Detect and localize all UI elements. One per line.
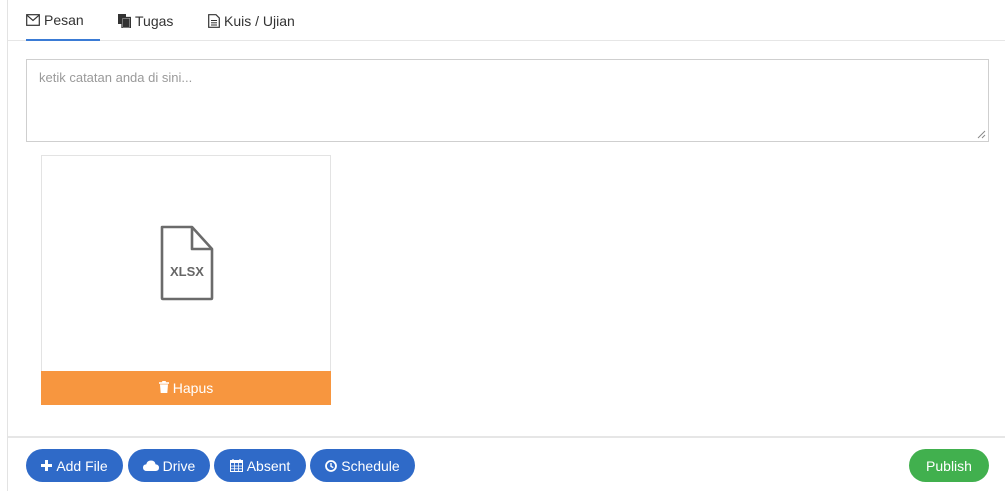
schedule-label: Schedule — [341, 457, 400, 474]
envelope-icon — [26, 13, 40, 26]
tab-kuis-ujian[interactable]: Kuis / Ujian — [208, 0, 295, 41]
file-type-label: XLSX — [170, 264, 204, 279]
toolbar-divider — [8, 436, 1005, 438]
schedule-button[interactable]: Schedule — [310, 449, 415, 482]
resize-handle-icon[interactable] — [976, 129, 986, 139]
composer-tabs: Pesan Tugas Kuis / Ujian — [8, 0, 1005, 41]
add-file-button[interactable]: Add File — [26, 449, 123, 482]
cloud-icon — [142, 460, 159, 471]
drive-button[interactable]: Drive — [128, 449, 210, 482]
note-input[interactable] — [26, 59, 989, 142]
tab-label: Tugas — [135, 12, 174, 29]
tab-tugas[interactable]: Tugas — [118, 0, 173, 41]
attachment-card: XLSX Hapus — [41, 155, 331, 405]
post-composer: Pesan Tugas Kuis / Ujian XLSX — [0, 0, 1005, 491]
delete-label: Hapus — [172, 380, 214, 396]
clock-icon — [325, 459, 338, 472]
trash-icon — [158, 380, 169, 396]
left-divider — [7, 0, 8, 491]
drive-label: Drive — [162, 457, 196, 474]
calendar-icon — [229, 459, 243, 472]
add-file-label: Add File — [56, 457, 108, 474]
absent-button[interactable]: Absent — [214, 449, 306, 482]
delete-attachment-button[interactable]: Hapus — [41, 371, 331, 405]
publish-label: Publish — [926, 457, 972, 474]
tab-label: Kuis / Ujian — [224, 12, 295, 29]
tab-label: Pesan — [44, 11, 84, 28]
copy-icon — [118, 13, 131, 28]
publish-button[interactable]: Publish — [909, 449, 989, 482]
file-icon — [160, 225, 214, 301]
tab-pesan[interactable]: Pesan — [26, 0, 100, 41]
absent-label: Absent — [246, 457, 291, 474]
document-icon — [208, 13, 220, 28]
plus-icon — [41, 460, 53, 471]
